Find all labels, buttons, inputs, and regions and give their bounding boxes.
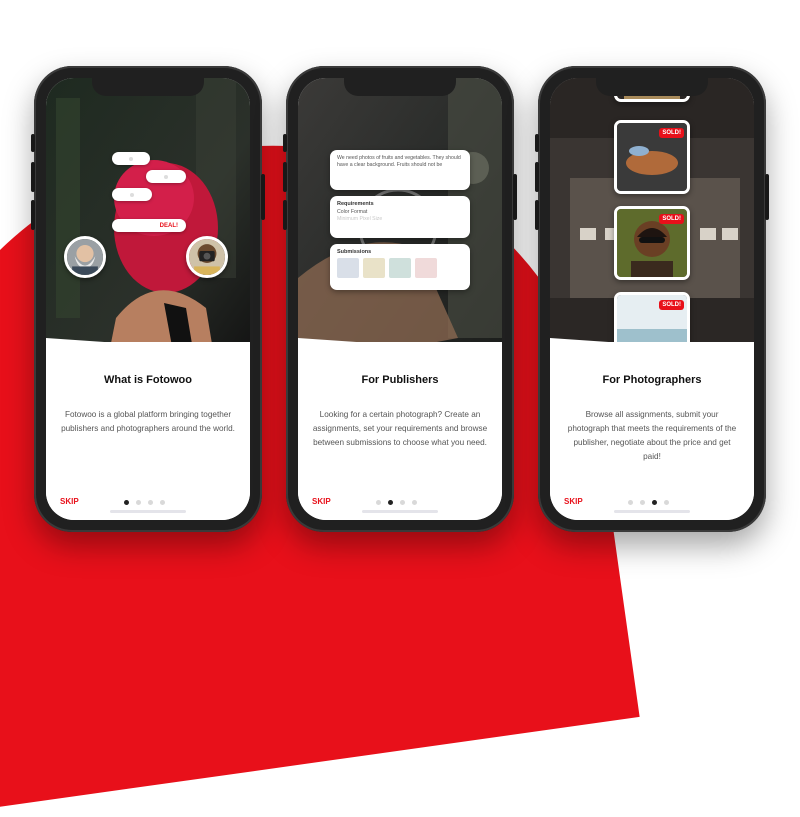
- page-dot[interactable]: [388, 500, 393, 505]
- phone-mockup-photographers: SOLD! SOLD! SOLD! For Photographers Brow…: [535, 66, 769, 532]
- photo-card-grill[interactable]: SOLD!: [614, 120, 690, 194]
- screen-description: Browse all assignments, submit your phot…: [567, 410, 737, 461]
- deal-label: DEAL!: [159, 222, 178, 229]
- slant-divider: [46, 338, 250, 368]
- requirement-item: Color Format: [337, 209, 368, 215]
- home-indicator: [110, 510, 186, 513]
- notch: [596, 78, 708, 96]
- avatar-publisher: [64, 236, 106, 278]
- screen-title: For Publishers: [361, 374, 439, 386]
- sold-badge: SOLD!: [659, 128, 684, 138]
- page-dot[interactable]: [148, 500, 153, 505]
- page-indicator: [376, 500, 417, 505]
- submission-thumbnail[interactable]: [415, 258, 437, 278]
- phone-mockup-publishers: We need photos of fruits and vegetables.…: [283, 66, 517, 532]
- deal-chat-bubble: DEAL!: [112, 219, 186, 232]
- page-dot[interactable]: [652, 500, 657, 505]
- page-dot[interactable]: [664, 500, 669, 505]
- notch: [344, 78, 456, 96]
- chat-bubble: [112, 188, 152, 201]
- chat-bubble: [112, 152, 150, 165]
- chat-bubble: [146, 170, 186, 183]
- page-indicator: [124, 500, 165, 505]
- screen-publishers: We need photos of fruits and vegetables.…: [298, 78, 502, 520]
- home-indicator: [362, 510, 438, 513]
- submissions-title: Submissions: [337, 249, 372, 255]
- page-indicator: [628, 500, 669, 505]
- sold-badge: SOLD!: [659, 300, 684, 310]
- photo-card-portrait[interactable]: SOLD!: [614, 206, 690, 280]
- page-dot[interactable]: [412, 500, 417, 505]
- page-dot[interactable]: [640, 500, 645, 505]
- avatar-photographer: [186, 236, 228, 278]
- screen-photographers: SOLD! SOLD! SOLD! For Photographers Brow…: [550, 78, 754, 520]
- submission-thumbnail[interactable]: [389, 258, 411, 278]
- submission-thumbnail[interactable]: [337, 258, 359, 278]
- slant-divider: [550, 338, 754, 368]
- page-dot[interactable]: [160, 500, 165, 505]
- notch: [92, 78, 204, 96]
- home-indicator: [614, 510, 690, 513]
- screen-description: Fotowoo is a global platform bringing to…: [61, 410, 235, 433]
- page-dot[interactable]: [136, 500, 141, 505]
- phone-mockup-intro: DEAL! What is Fotowoo Fotowoo is a globa…: [31, 66, 265, 532]
- page-dot[interactable]: [376, 500, 381, 505]
- submission-thumbnail[interactable]: [363, 258, 385, 278]
- skip-button[interactable]: SKIP: [312, 497, 331, 506]
- screen-title: What is Fotowoo: [104, 374, 192, 386]
- page-dot[interactable]: [124, 500, 129, 505]
- requirement-item: Minimum Pixel Size: [337, 216, 383, 222]
- skip-button[interactable]: SKIP: [564, 497, 583, 506]
- page-dot[interactable]: [628, 500, 633, 505]
- screen-description: Looking for a certain photograph? Create…: [312, 410, 488, 447]
- requirements-title: Requirements: [337, 201, 374, 207]
- screen-intro: DEAL! What is Fotowoo Fotowoo is a globa…: [46, 78, 250, 520]
- assignment-brief-card[interactable]: We need photos of fruits and vegetables.…: [330, 150, 470, 190]
- screen-title: For Photographers: [602, 374, 702, 386]
- page-dot[interactable]: [400, 500, 405, 505]
- assignment-brief: We need photos of fruits and vegetables.…: [337, 155, 461, 168]
- requirements-card[interactable]: Requirements Color Format Minimum Pixel …: [330, 196, 470, 238]
- skip-button[interactable]: SKIP: [60, 497, 79, 506]
- submissions-card[interactable]: Submissions: [330, 244, 470, 290]
- slant-divider: [298, 338, 502, 368]
- sold-badge: SOLD!: [659, 214, 684, 224]
